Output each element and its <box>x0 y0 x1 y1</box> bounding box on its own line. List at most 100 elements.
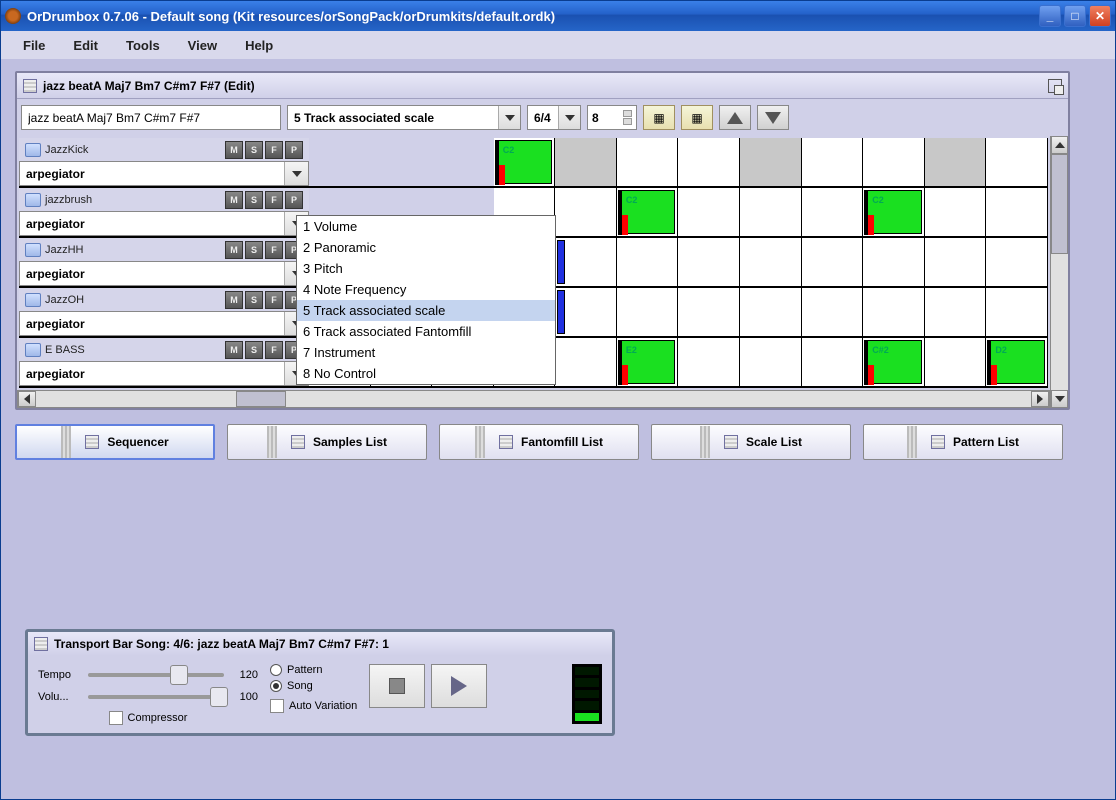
dropdown-option[interactable]: 6 Track associated Fantomfill <box>297 321 555 342</box>
grid-cell[interactable] <box>740 238 802 286</box>
grid-cell[interactable] <box>555 238 617 286</box>
tool-button-2[interactable]: ▦ <box>681 105 713 130</box>
grid-cell[interactable] <box>863 288 925 336</box>
move-down-button[interactable] <box>757 105 789 130</box>
dropdown-option[interactable]: 1 Volume <box>297 216 555 237</box>
save-icon[interactable] <box>25 293 41 307</box>
spin-down[interactable] <box>623 118 632 125</box>
scroll-thumb[interactable] <box>1051 154 1068 254</box>
tab-samples[interactable]: Samples List <box>227 424 427 460</box>
grid-cell[interactable]: C2 <box>863 188 925 236</box>
fantom-button[interactable]: F <box>265 241 283 259</box>
horizontal-scrollbar[interactable] <box>17 390 1050 408</box>
song-radio[interactable] <box>270 680 282 692</box>
mute-button[interactable]: M <box>225 291 243 309</box>
solo-button[interactable]: S <box>245 291 263 309</box>
grid-cell[interactable] <box>678 238 740 286</box>
grid-cell[interactable] <box>802 288 864 336</box>
grid-cell[interactable] <box>740 338 802 386</box>
grid-cell[interactable]: E2 <box>617 338 679 386</box>
grid-cell[interactable] <box>802 188 864 236</box>
solo-button[interactable]: S <box>245 241 263 259</box>
dropdown-option[interactable]: 2 Panoramic <box>297 237 555 258</box>
grid-cell[interactable] <box>925 288 987 336</box>
dropdown-option[interactable]: 7 Instrument <box>297 342 555 363</box>
grid-cell[interactable] <box>802 338 864 386</box>
save-icon[interactable] <box>25 193 41 207</box>
dropdown-option[interactable]: 3 Pitch <box>297 258 555 279</box>
scroll-up-arrow[interactable] <box>1051 136 1068 154</box>
pitch-button[interactable]: P <box>285 141 303 159</box>
grid-cell[interactable] <box>740 288 802 336</box>
close-button[interactable]: ✕ <box>1089 5 1111 27</box>
move-up-button[interactable] <box>719 105 751 130</box>
menu-edit[interactable]: Edit <box>61 34 110 57</box>
mute-button[interactable]: M <box>225 241 243 259</box>
dropdown-option[interactable]: 4 Note Frequency <box>297 279 555 300</box>
grid-cell[interactable] <box>617 288 679 336</box>
menu-tools[interactable]: Tools <box>114 34 172 57</box>
solo-button[interactable]: S <box>245 341 263 359</box>
dropdown-option-selected[interactable]: 5 Track associated scale <box>297 300 555 321</box>
grid-cell[interactable] <box>740 138 802 186</box>
scroll-down-arrow[interactable] <box>1051 390 1068 408</box>
grid-cell[interactable] <box>555 138 617 186</box>
save-icon[interactable] <box>25 243 41 257</box>
volume-slider[interactable] <box>88 695 224 699</box>
grid-cell[interactable] <box>925 238 987 286</box>
grid-cell[interactable] <box>678 338 740 386</box>
play-button[interactable] <box>431 664 487 708</box>
vertical-scrollbar[interactable] <box>1050 136 1068 408</box>
grid-cell[interactable] <box>925 138 987 186</box>
grid-cell[interactable] <box>863 238 925 286</box>
scroll-left-arrow[interactable] <box>18 391 36 407</box>
tab-pattern[interactable]: Pattern List <box>863 424 1063 460</box>
fantom-button[interactable]: F <box>265 141 283 159</box>
dropdown-option[interactable]: 8 No Control <box>297 363 555 384</box>
scroll-right-arrow[interactable] <box>1031 391 1049 407</box>
arp-dropdown-arrow[interactable] <box>284 162 308 185</box>
grid-cell[interactable] <box>617 238 679 286</box>
fantom-button[interactable]: F <box>265 341 283 359</box>
maximize-button[interactable]: □ <box>1064 5 1086 27</box>
save-icon[interactable] <box>25 343 41 357</box>
grid-cell[interactable] <box>802 138 864 186</box>
measure-stepper[interactable]: 8 <box>587 105 637 130</box>
grid-cell[interactable] <box>986 138 1048 186</box>
stop-button[interactable] <box>369 664 425 708</box>
fantom-button[interactable]: F <box>265 291 283 309</box>
mute-button[interactable]: M <box>225 341 243 359</box>
combo-arrow[interactable] <box>558 106 580 129</box>
combo-arrow[interactable] <box>498 106 520 129</box>
grid-cell[interactable] <box>986 288 1048 336</box>
grid-cell[interactable] <box>555 288 617 336</box>
grid-cell[interactable] <box>863 138 925 186</box>
mute-button[interactable]: M <box>225 141 243 159</box>
compressor-checkbox[interactable] <box>109 711 123 725</box>
grid-cell[interactable] <box>986 188 1048 236</box>
grid-cell[interactable] <box>617 138 679 186</box>
grid-cell[interactable]: D2 <box>986 338 1048 386</box>
time-signature-combo[interactable]: 6/4 <box>527 105 581 130</box>
scroll-thumb[interactable] <box>236 391 286 407</box>
maximize-panel-icon[interactable] <box>1048 79 1062 93</box>
minimize-button[interactable]: _ <box>1039 5 1061 27</box>
control-mode-combo[interactable]: 5 Track associated scale <box>287 105 521 130</box>
grid-cell[interactable] <box>678 138 740 186</box>
tab-fantomfill[interactable]: Fantomfill List <box>439 424 639 460</box>
grid-cell[interactable] <box>555 188 617 236</box>
tempo-slider[interactable] <box>88 673 224 677</box>
tool-button-1[interactable]: ▦ <box>643 105 675 130</box>
pitch-button[interactable]: P <box>285 191 303 209</box>
spin-up[interactable] <box>623 110 632 117</box>
grid-cell[interactable]: C#2 <box>863 338 925 386</box>
tab-scale[interactable]: Scale List <box>651 424 851 460</box>
solo-button[interactable]: S <box>245 141 263 159</box>
grid-cell[interactable] <box>740 188 802 236</box>
solo-button[interactable]: S <box>245 191 263 209</box>
grid-cell[interactable] <box>802 238 864 286</box>
menu-file[interactable]: File <box>11 34 57 57</box>
grid-cell[interactable] <box>678 288 740 336</box>
save-icon[interactable] <box>25 143 41 157</box>
grid-cell[interactable] <box>925 188 987 236</box>
